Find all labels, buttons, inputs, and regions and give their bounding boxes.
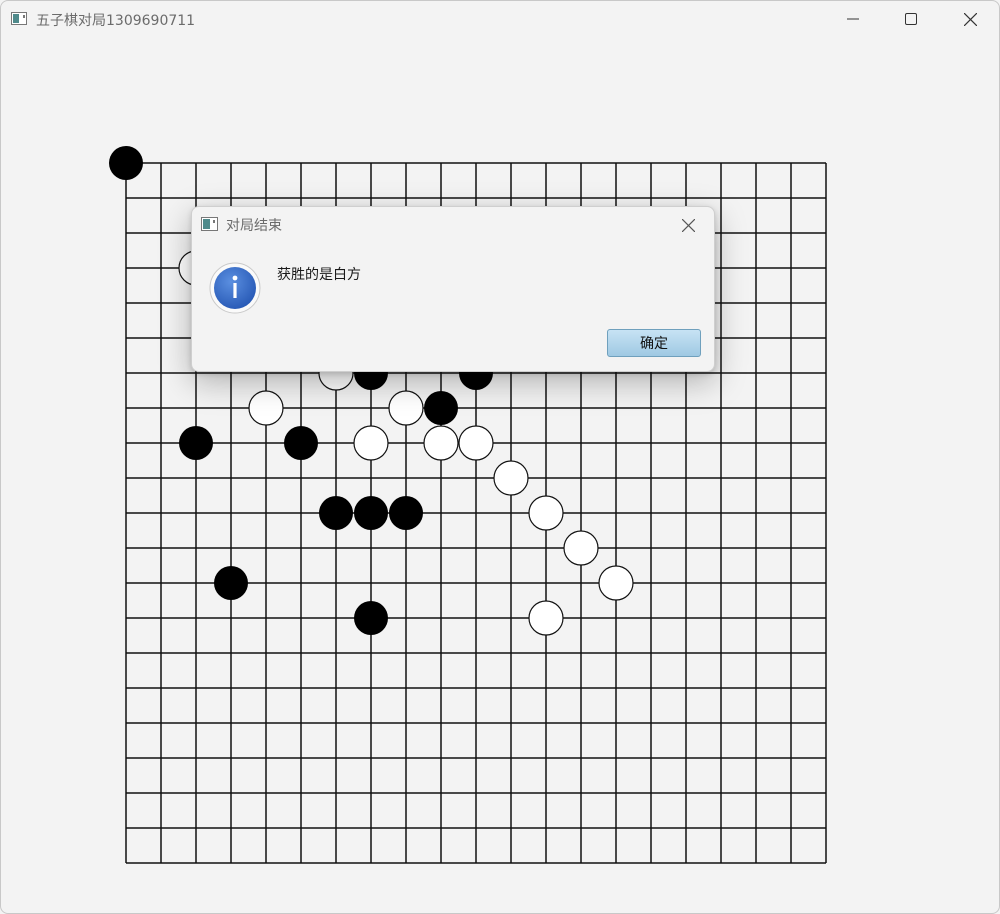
black-stone	[354, 496, 388, 530]
white-stone	[248, 390, 284, 426]
black-stone	[354, 601, 388, 635]
gomoku-board[interactable]	[1, 1, 1000, 914]
white-stone	[528, 495, 564, 531]
black-stone	[179, 426, 213, 460]
white-stone	[493, 460, 529, 496]
info-icon	[209, 262, 261, 314]
white-stone	[598, 565, 634, 601]
black-stone	[284, 426, 318, 460]
black-stone	[389, 496, 423, 530]
black-stone	[319, 496, 353, 530]
ok-button[interactable]: 确定	[607, 329, 701, 357]
black-stone	[424, 391, 458, 425]
white-stone	[423, 425, 459, 461]
game-window: 五子棋对局1309690711 对局结束 获胜的是白方 确定	[0, 0, 1000, 914]
close-icon	[681, 218, 695, 232]
white-stone	[388, 390, 424, 426]
black-stone	[214, 566, 248, 600]
white-stone	[563, 530, 599, 566]
white-stone	[458, 425, 494, 461]
dialog-close-button[interactable]	[678, 215, 698, 235]
dialog-title: 对局结束	[226, 218, 282, 234]
game-over-dialog: 对局结束 获胜的是白方 确定	[191, 206, 715, 372]
white-stone	[528, 600, 564, 636]
black-stone	[109, 146, 143, 180]
dialog-app-icon	[201, 217, 218, 231]
white-stone	[353, 425, 389, 461]
dialog-message: 获胜的是白方	[277, 267, 361, 283]
